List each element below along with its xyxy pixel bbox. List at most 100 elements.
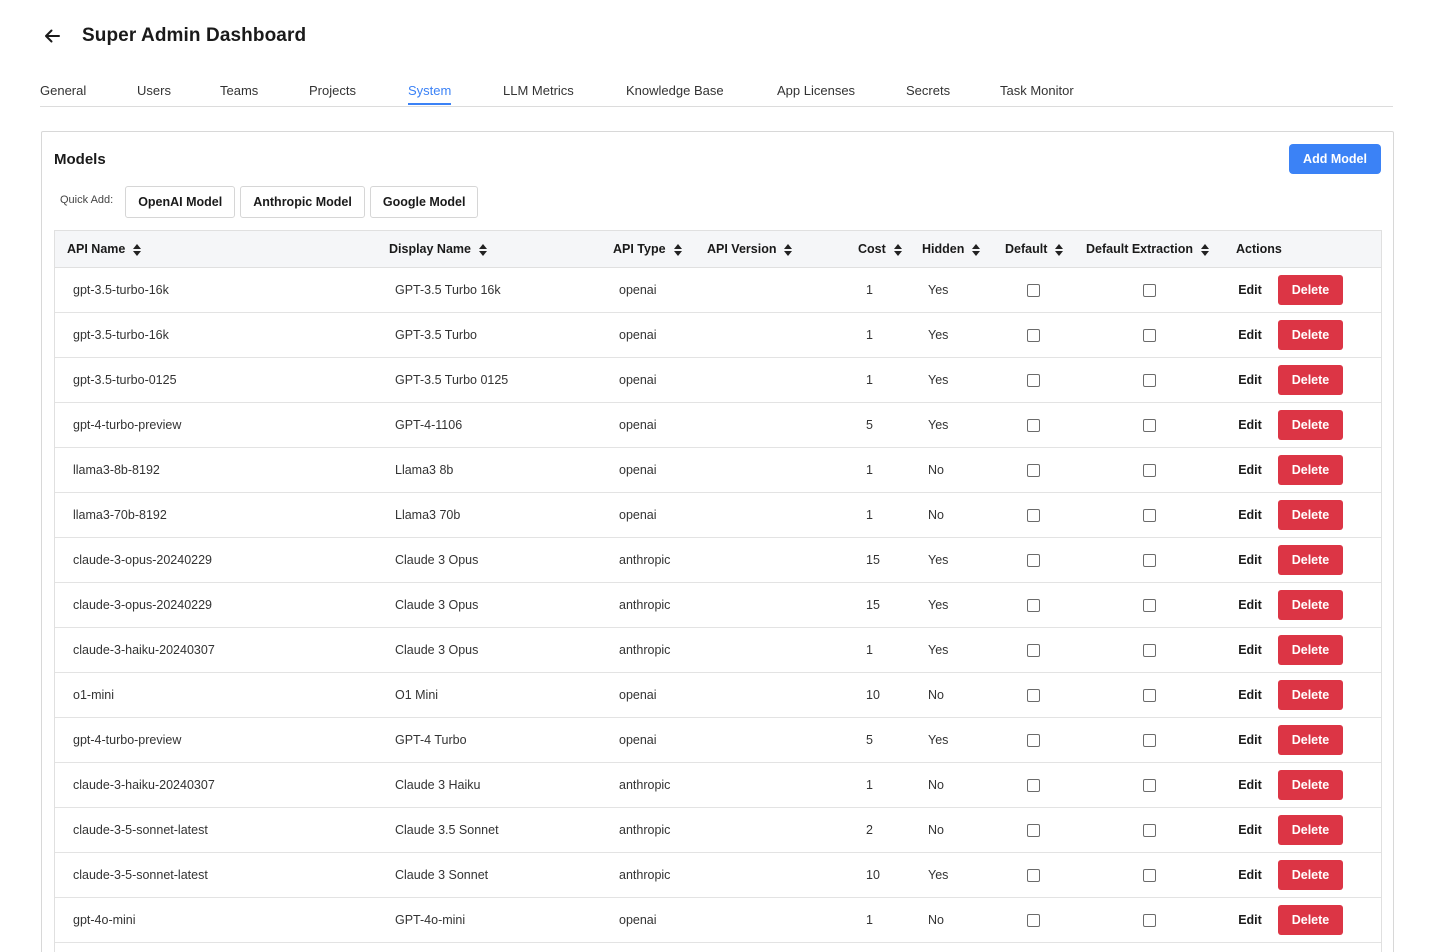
default-checkbox[interactable] <box>1027 374 1040 388</box>
delete-button[interactable]: Delete <box>1278 320 1343 350</box>
header: Super Admin Dashboard <box>40 22 306 50</box>
actions-cell: Edit Delete <box>1224 447 1381 493</box>
delete-button[interactable]: Delete <box>1278 905 1343 935</box>
edit-button[interactable]: Edit <box>1230 598 1270 612</box>
delete-button[interactable]: Delete <box>1278 410 1343 440</box>
column-header-api-name[interactable]: API Name <box>55 230 377 268</box>
default-extraction-checkbox[interactable] <box>1142 464 1156 478</box>
edit-button[interactable]: Edit <box>1230 868 1270 882</box>
default-extraction-checkbox[interactable] <box>1142 689 1156 703</box>
tab-teams[interactable]: Teams <box>220 82 258 105</box>
column-header-default[interactable]: Default <box>993 230 1074 268</box>
edit-button[interactable]: Edit <box>1230 508 1270 522</box>
delete-button[interactable]: Delete <box>1278 455 1343 485</box>
sort-icon[interactable] <box>673 243 682 256</box>
default-checkbox[interactable] <box>1027 419 1040 433</box>
default-checkbox[interactable] <box>1027 554 1040 568</box>
edit-button[interactable]: Edit <box>1230 328 1270 342</box>
back-button[interactable] <box>40 24 64 48</box>
edit-button[interactable]: Edit <box>1230 913 1270 927</box>
column-header-api-type[interactable]: API Type <box>601 230 695 268</box>
sort-icon[interactable] <box>972 243 981 256</box>
default-checkbox[interactable] <box>1027 734 1040 748</box>
column-header-display-name[interactable]: Display Name <box>377 230 601 268</box>
edit-button[interactable]: Edit <box>1230 733 1270 747</box>
tab-llm-metrics[interactable]: LLM Metrics <box>503 82 574 105</box>
edit-button[interactable]: Edit <box>1230 283 1270 297</box>
delete-button[interactable]: Delete <box>1278 590 1343 620</box>
tab-users[interactable]: Users <box>137 82 171 105</box>
display-name-cell: GPT-3.5 Turbo <box>377 312 601 358</box>
edit-button[interactable]: Edit <box>1230 463 1270 477</box>
quick-add-google-button[interactable]: Google Model <box>369 186 479 218</box>
default-extraction-checkbox[interactable] <box>1142 419 1156 433</box>
default-extraction-checkbox[interactable] <box>1142 644 1156 658</box>
default-extraction-checkbox[interactable] <box>1142 734 1156 748</box>
default-extraction-checkbox[interactable] <box>1142 779 1156 793</box>
edit-button[interactable]: Edit <box>1230 688 1270 702</box>
default-checkbox[interactable] <box>1027 869 1040 883</box>
delete-button[interactable]: Delete <box>1278 725 1343 755</box>
tab-app-licenses[interactable]: App Licenses <box>777 82 855 105</box>
delete-button[interactable]: Delete <box>1278 500 1343 530</box>
tab-system[interactable]: System <box>408 82 452 105</box>
quick-add-openai-button[interactable]: OpenAI Model <box>125 186 236 218</box>
actions-cell: Edit Delete <box>1224 672 1381 718</box>
delete-button[interactable]: Delete <box>1278 635 1343 665</box>
column-header-hidden[interactable]: Hidden <box>910 230 993 268</box>
sort-icon[interactable] <box>133 243 142 256</box>
sort-icon[interactable] <box>784 243 793 256</box>
delete-button[interactable]: Delete <box>1278 680 1343 710</box>
delete-button[interactable]: Delete <box>1278 365 1343 395</box>
default-checkbox[interactable] <box>1027 779 1040 793</box>
default-checkbox[interactable] <box>1027 914 1040 928</box>
api-name-cell: claude-3-5-sonnet-latest <box>55 807 377 853</box>
delete-button[interactable]: Delete <box>1278 545 1343 575</box>
tab-knowledge-base[interactable]: Knowledge Base <box>626 82 724 105</box>
edit-button[interactable]: Edit <box>1230 643 1270 657</box>
column-header-api-version[interactable]: API Version <box>695 230 846 268</box>
default-checkbox[interactable] <box>1027 284 1040 298</box>
default-extraction-checkbox[interactable] <box>1142 509 1156 523</box>
default-checkbox[interactable] <box>1027 644 1040 658</box>
edit-button[interactable]: Edit <box>1230 553 1270 567</box>
actions-cell: Edit Delete <box>1224 627 1381 673</box>
quick-add-anthropic-button[interactable]: Anthropic Model <box>240 186 365 218</box>
edit-button[interactable]: Edit <box>1230 823 1270 837</box>
api-name-cell: claude-3-haiku-20240307 <box>55 762 377 808</box>
sort-icon[interactable] <box>893 243 902 256</box>
add-model-button[interactable]: Add Model <box>1289 144 1381 174</box>
default-extraction-checkbox[interactable] <box>1142 914 1156 928</box>
edit-button[interactable]: Edit <box>1230 373 1270 387</box>
tab-projects[interactable]: Projects <box>309 82 356 105</box>
sort-icon[interactable] <box>1055 243 1064 256</box>
sort-icon[interactable] <box>1200 243 1209 256</box>
column-header-label: Default <box>1005 242 1048 256</box>
default-extraction-checkbox[interactable] <box>1142 599 1156 613</box>
tab-task-monitor[interactable]: Task Monitor <box>1000 82 1074 105</box>
edit-button[interactable]: Edit <box>1230 778 1270 792</box>
default-extraction-checkbox[interactable] <box>1142 329 1156 343</box>
sort-icon[interactable] <box>478 243 487 256</box>
delete-button[interactable]: Delete <box>1278 860 1343 890</box>
column-header-default-extraction[interactable]: Default Extraction <box>1074 230 1224 268</box>
column-header-cost[interactable]: Cost <box>846 230 910 268</box>
default-extraction-checkbox[interactable] <box>1142 824 1156 838</box>
edit-button[interactable]: Edit <box>1230 418 1270 432</box>
default-extraction-checkbox[interactable] <box>1142 869 1156 883</box>
delete-button[interactable]: Delete <box>1278 275 1343 305</box>
default-extraction-checkbox[interactable] <box>1142 374 1156 388</box>
actions-cell: Edit Delete <box>1224 492 1381 538</box>
default-checkbox[interactable] <box>1027 599 1040 613</box>
tab-secrets[interactable]: Secrets <box>906 82 950 105</box>
default-extraction-checkbox[interactable] <box>1142 284 1156 298</box>
delete-button[interactable]: Delete <box>1278 815 1343 845</box>
default-extraction-checkbox[interactable] <box>1142 554 1156 568</box>
default-checkbox[interactable] <box>1027 824 1040 838</box>
default-checkbox[interactable] <box>1027 329 1040 343</box>
default-checkbox[interactable] <box>1027 509 1040 523</box>
default-checkbox[interactable] <box>1027 689 1040 703</box>
delete-button[interactable]: Delete <box>1278 770 1343 800</box>
tab-general[interactable]: General <box>40 82 86 105</box>
default-checkbox[interactable] <box>1027 464 1040 478</box>
